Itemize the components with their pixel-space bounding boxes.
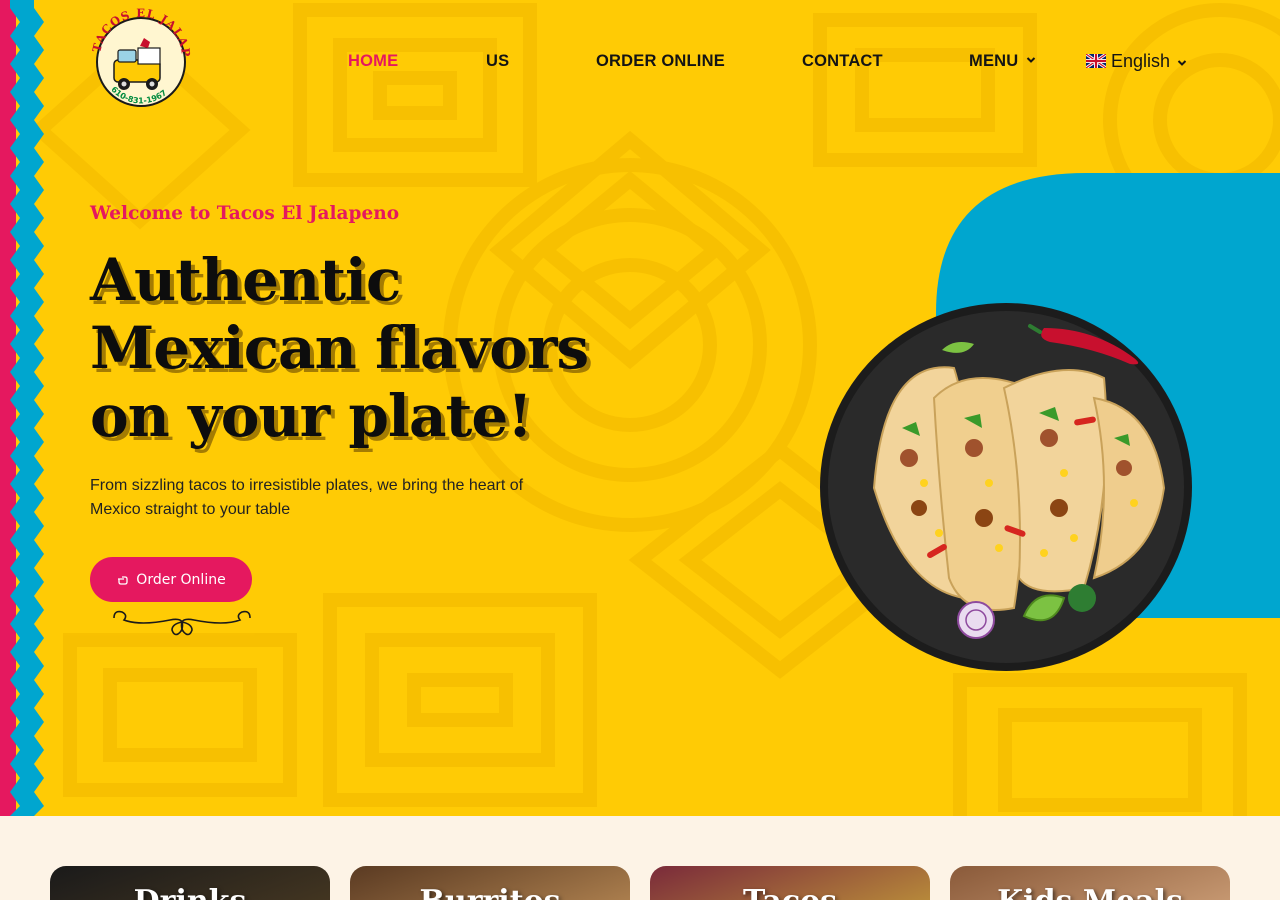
hero-headline: Authentic Mexican flavors on your plate!	[90, 246, 650, 450]
uk-flag-icon	[1086, 54, 1106, 68]
chevron-down-icon[interactable]	[1026, 55, 1036, 65]
nav-menu[interactable]: MENU	[969, 48, 1018, 74]
taco-plate-image	[820, 303, 1192, 671]
nav-order-online[interactable]: ORDER ONLINE	[596, 48, 725, 74]
headline-line: on your plate!	[90, 382, 533, 450]
category-cards: Drinks Burritos Tacos Kids Meals	[0, 816, 1280, 900]
category-card-burritos[interactable]: Burritos	[350, 866, 630, 900]
order-online-label: Order Online	[136, 571, 226, 588]
category-card-tacos[interactable]: Tacos	[650, 866, 930, 900]
category-card-kids-meals[interactable]: Kids Meals	[950, 866, 1230, 900]
welcome-text: Welcome to Tacos El Jalapeno	[90, 203, 400, 224]
language-selector[interactable]: English	[1086, 48, 1187, 74]
order-online-button[interactable]: Order Online	[90, 557, 252, 602]
side-zigzag-border	[0, 0, 44, 816]
category-title: Drinks	[50, 884, 330, 900]
headline-line: Mexican flavors	[90, 314, 589, 382]
hero-section: TACOS EL JALAPENO 610-831-1967 HOME US O…	[0, 0, 1280, 816]
language-label: English	[1111, 51, 1171, 71]
category-title: Tacos	[650, 884, 930, 900]
chevron-down-icon	[1177, 60, 1187, 66]
nav-home[interactable]: HOME	[348, 48, 398, 74]
main-nav: HOME US ORDER ONLINE CONTACT MENU Englis…	[0, 48, 1280, 74]
headline-line: Authentic	[90, 246, 401, 314]
nav-us[interactable]: US	[486, 48, 509, 74]
category-card-drinks[interactable]: Drinks	[50, 866, 330, 900]
nav-contact[interactable]: CONTACT	[802, 48, 883, 74]
decorative-flourish	[113, 610, 251, 636]
hand-pointer-icon	[118, 575, 128, 585]
category-title: Burritos	[350, 884, 630, 900]
category-title: Kids Meals	[950, 884, 1230, 900]
hero-subtext: From sizzling tacos to irresistible plat…	[90, 477, 524, 518]
